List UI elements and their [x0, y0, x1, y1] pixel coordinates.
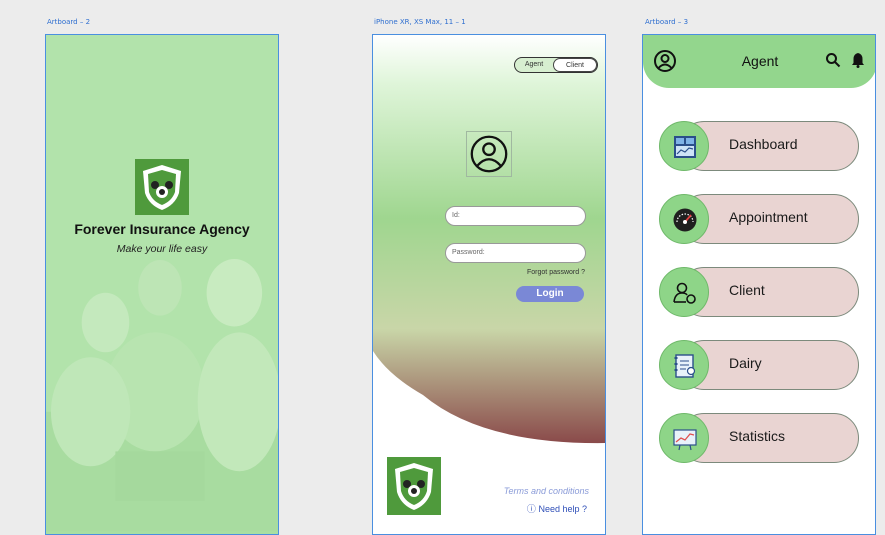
- statistics-icon: [673, 429, 697, 451]
- terms-link[interactable]: Terms and conditions: [504, 486, 589, 496]
- shield-logo: [387, 457, 441, 515]
- menu-icon-circle: [659, 340, 709, 390]
- menu-item-dashboard[interactable]: Dashboard: [659, 121, 859, 171]
- help-icon: ⓘ: [526, 504, 536, 514]
- menu-label: Dairy: [729, 355, 762, 371]
- diary-icon: [674, 354, 696, 378]
- forgot-password-link[interactable]: Forgot password ?: [527, 269, 585, 276]
- iphone-artboard-label: iPhone XR, XS Max, 11 – 1: [374, 18, 466, 26]
- id-input[interactable]: Id:: [445, 206, 586, 226]
- login-button[interactable]: Login: [516, 286, 584, 302]
- bell-icon[interactable]: [851, 52, 865, 68]
- dashboard-icon: [674, 136, 696, 158]
- app-title: Forever Insurance Agency: [74, 221, 250, 237]
- menu-item-dairy[interactable]: Dairy: [659, 340, 859, 390]
- toggle-agent[interactable]: Agent: [515, 58, 553, 72]
- artboard-3-label: Artboard – 3: [645, 18, 689, 26]
- password-input[interactable]: Password:: [445, 243, 586, 263]
- menu-icon-circle: [659, 194, 709, 244]
- need-help-label: Need help ?: [538, 504, 587, 514]
- menu-icon-circle: [659, 267, 709, 317]
- menu-item-client[interactable]: Client: [659, 267, 859, 317]
- toggle-client[interactable]: Client: [553, 58, 597, 72]
- client-search-icon: [673, 282, 696, 304]
- agent-header: Agent: [643, 35, 875, 88]
- shield-logo: [135, 159, 189, 215]
- menu-item-statistics[interactable]: Statistics: [659, 413, 859, 463]
- role-toggle[interactable]: Agent Client: [514, 57, 598, 73]
- menu-icon-circle: [659, 413, 709, 463]
- menu-label: Statistics: [729, 428, 786, 444]
- need-help-link[interactable]: ⓘ Need help ?: [527, 502, 587, 515]
- menu-icon-circle: [659, 121, 709, 171]
- menu-item-appointment[interactable]: Appointment: [659, 194, 859, 244]
- family-photo: [46, 35, 278, 532]
- splash-screen: Forever Insurance Agency Make your life …: [45, 34, 279, 535]
- menu-label: Dashboard: [729, 136, 798, 152]
- menu-label: Appointment: [729, 209, 808, 225]
- artboard-2-label: Artboard – 2: [47, 18, 91, 26]
- search-icon[interactable]: [825, 52, 841, 68]
- login-screen: Agent Client Id: Password: Forgot passwo…: [372, 34, 606, 535]
- page-title: Agent: [741, 53, 779, 69]
- menu-label: Client: [729, 282, 765, 298]
- user-avatar-icon: [466, 131, 512, 177]
- speedometer-icon: [673, 208, 697, 232]
- agent-menu-screen: Agent Dashboard Appointment Client Dairy…: [642, 34, 876, 535]
- app-tagline: Make your life easy: [116, 243, 208, 255]
